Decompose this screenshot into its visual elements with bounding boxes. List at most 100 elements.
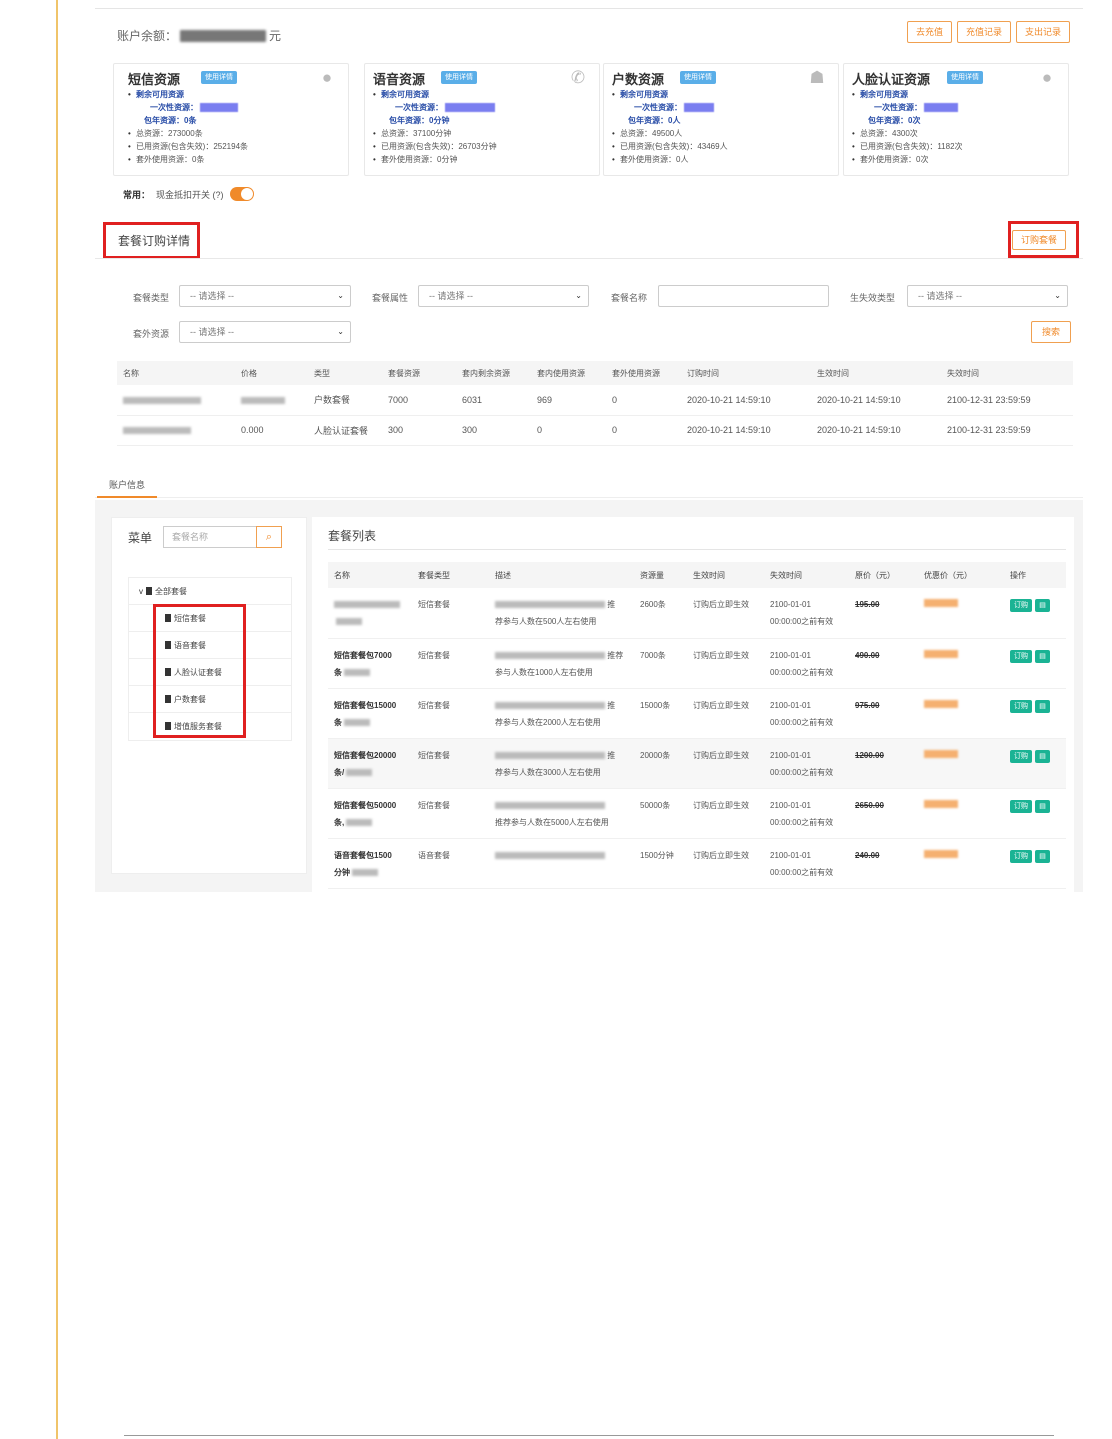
resource-list: 剩余可用资源 一次性资源： 包年资源：0分钟 总资源：37100分钟 已用资源(… — [381, 88, 497, 166]
cell-action: 订购 ▤ — [1004, 688, 1066, 739]
cart-icon[interactable]: ▤ — [1035, 699, 1050, 713]
menu-search-input[interactable]: 套餐名称 — [163, 526, 257, 548]
cell-amount: 15000条 — [634, 688, 687, 739]
cell-type: 语音套餐 — [412, 838, 489, 889]
usage-detail-tag[interactable]: 使用详情 — [441, 71, 477, 84]
col-used: 套内使用资源 — [531, 361, 606, 385]
cell-used: 969 — [531, 385, 606, 416]
cell-orig-price: 240.00 — [849, 838, 918, 889]
col-start-time: 生效时间 — [811, 361, 941, 385]
filter-name-input[interactable] — [658, 285, 829, 307]
filter-attr-select[interactable]: -- 请选择 -- ⌄ — [418, 285, 589, 307]
cell-effect: 订购后立即生效 — [687, 738, 764, 789]
cell-order-time: 2020-10-21 14:59:10 — [681, 415, 811, 446]
tab-account-info[interactable]: 账户信息 — [97, 474, 158, 498]
remaining-label: 剩余可用资源 — [620, 88, 728, 101]
cart-icon[interactable]: ▤ — [1035, 649, 1050, 663]
cart-icon[interactable]: ▤ — [1035, 849, 1050, 863]
order-package-button[interactable]: 订购套餐 — [1011, 230, 1066, 250]
used-row: 已用资源(包含失效)：26703分钟 — [381, 140, 497, 153]
expense-record-button[interactable]: 支出记录 — [1016, 21, 1071, 43]
table-row: 语音套餐包1500 分钟 语音套餐 1500分钟 订购后立即生效 2100-01-01 0… — [328, 838, 1066, 889]
cell-orig-price: 2650.00 — [849, 788, 918, 839]
left-accent-line — [56, 0, 58, 1439]
col-desc: 描述 — [489, 562, 634, 588]
subscription-panel: 套餐订购详情 订购套餐 套餐类型 -- 请选择 -- ⌄ 套餐属性 -- 请选择 … — [95, 220, 1083, 452]
cell-resource: 7000 — [382, 385, 456, 416]
order-button[interactable]: 订购 — [1010, 699, 1032, 713]
recharge-record-button[interactable]: 充值记录 — [957, 21, 1012, 43]
search-icon[interactable]: ⌕ — [256, 526, 282, 548]
order-button[interactable]: 订购 — [1010, 649, 1032, 663]
cell-effect: 订购后立即生效 — [687, 788, 764, 839]
cell-amount: 7000条 — [634, 638, 687, 689]
table-row: 0.000 人脸认证套餐 300 300 0 0 2020-10-21 14:5… — [117, 415, 1073, 446]
cell-orig-price: 975.00 — [849, 688, 918, 739]
total-row: 总资源：273000条 — [136, 127, 248, 140]
yearly-row: 包年资源：0分钟 — [389, 116, 450, 125]
table-row: 短信套餐包7000 条短信套餐 推荐 参与人数在1000人左右使用 7000条 订购后立… — [328, 638, 1066, 689]
used-row: 已用资源(包含失效)：43469人 — [620, 140, 728, 153]
col-end-time: 失效时间 — [941, 361, 1073, 385]
recharge-button[interactable]: 去充值 — [907, 21, 953, 43]
tree-root[interactable]: v 全部套餐 — [129, 578, 291, 605]
table-header: 名称 价格 类型 套餐资源 套内剩余资源 套内使用资源 套外使用资源 订购时间 … — [117, 361, 1073, 385]
usage-detail-tag[interactable]: 使用详情 — [201, 71, 237, 84]
cell-start-time: 2020-10-21 14:59:10 — [811, 415, 941, 446]
cart-icon[interactable]: ▤ — [1035, 799, 1050, 813]
chevron-down-icon: v — [139, 587, 143, 596]
used-row: 已用资源(包含失效)：1182次 — [860, 140, 963, 153]
cart-icon[interactable]: ▤ — [1035, 749, 1050, 763]
table-row: 短信套餐包50000 条, 短信套餐 推荐参与人数在5000人左右使用 50000条订… — [328, 788, 1066, 839]
balance-row: 账户余额： 元 — [117, 27, 281, 44]
cell-desc: 推荐参与人数在2000人左右使用 — [489, 688, 634, 739]
extra-row: 套外使用资源：0人 — [620, 153, 728, 166]
tab-bar: 账户信息 — [95, 474, 1083, 498]
one-time-row: 一次性资源： — [381, 101, 497, 114]
order-button[interactable]: 订购 — [1010, 599, 1032, 612]
balance-unit: 元 — [269, 29, 282, 43]
subscription-table: 名称 价格 类型 套餐资源 套内剩余资源 套内使用资源 套外使用资源 订购时间 … — [117, 361, 1073, 446]
col-amount: 资源量 — [634, 562, 687, 588]
order-button[interactable]: 订购 — [1010, 799, 1032, 813]
usage-detail-tag[interactable]: 使用详情 — [947, 71, 983, 84]
cell-type: 短信套餐 — [412, 638, 489, 689]
cell-amount: 1500分钟 — [634, 838, 687, 889]
order-button[interactable]: 订购 — [1010, 849, 1032, 863]
package-list-title: 套餐列表 — [328, 529, 377, 543]
cell-resource: 300 — [382, 415, 456, 446]
cell-remaining: 300 — [456, 415, 531, 446]
cart-icon[interactable]: ▤ — [1035, 599, 1050, 612]
cell-start-time: 2020-10-21 14:59:10 — [811, 385, 941, 416]
common-settings-row: 常用： 现金抵扣开关 (?) — [123, 187, 254, 201]
resource-card-households: 户数资源 使用详情 ☗ 剩余可用资源 一次性资源： 包年资源：0人 总资源：49… — [603, 63, 839, 176]
total-row: 总资源：37100分钟 — [381, 127, 497, 140]
cell-effect: 订购后立即生效 — [687, 638, 764, 689]
table-header: 名称 套餐类型 描述 资源量 生效时间 失效时间 原价（元） 优惠价（元） 操作 — [328, 562, 1066, 588]
cell-action: 订购 ▤ — [1004, 588, 1066, 639]
cell-extra: 0 — [606, 415, 681, 446]
cell-type: 短信套餐 — [412, 588, 489, 639]
cell-name: 短信套餐包15000 条 — [328, 688, 412, 739]
phone-icon: ✆ — [570, 68, 586, 87]
usage-detail-tag[interactable]: 使用详情 — [680, 71, 716, 84]
remaining-label: 剩余可用资源 — [860, 88, 963, 101]
chat-bubble-icon: ● — [321, 68, 333, 87]
cash-deduct-toggle[interactable] — [229, 187, 254, 201]
cash-deduct-label: 现金抵扣开关 (?) — [156, 189, 224, 200]
extra-row: 套外使用资源：0分钟 — [381, 153, 497, 166]
resource-title: 语音资源 — [373, 72, 426, 87]
table-row: 户数套餐 7000 6031 969 0 2020-10-21 14:59:10… — [117, 385, 1073, 416]
filter-name-label: 套餐名称 — [611, 293, 648, 303]
search-button[interactable]: 搜索 — [1030, 321, 1071, 343]
filter-type-select[interactable]: -- 请选择 -- ⌄ — [179, 285, 351, 307]
common-label: 常用： — [123, 189, 151, 200]
filter-attr-label: 套餐属性 — [372, 293, 409, 303]
cell-action: 订购 ▤ — [1004, 638, 1066, 689]
bottom-divider — [124, 1435, 1054, 1436]
col-type: 套餐类型 — [412, 562, 489, 588]
filter-expire-select[interactable]: -- 请选择 -- ⌄ — [907, 285, 1068, 307]
filter-extra-select[interactable]: -- 请选择 -- ⌄ — [179, 321, 351, 343]
order-button[interactable]: 订购 — [1010, 749, 1032, 763]
cell-type: 短信套餐 — [412, 688, 489, 739]
